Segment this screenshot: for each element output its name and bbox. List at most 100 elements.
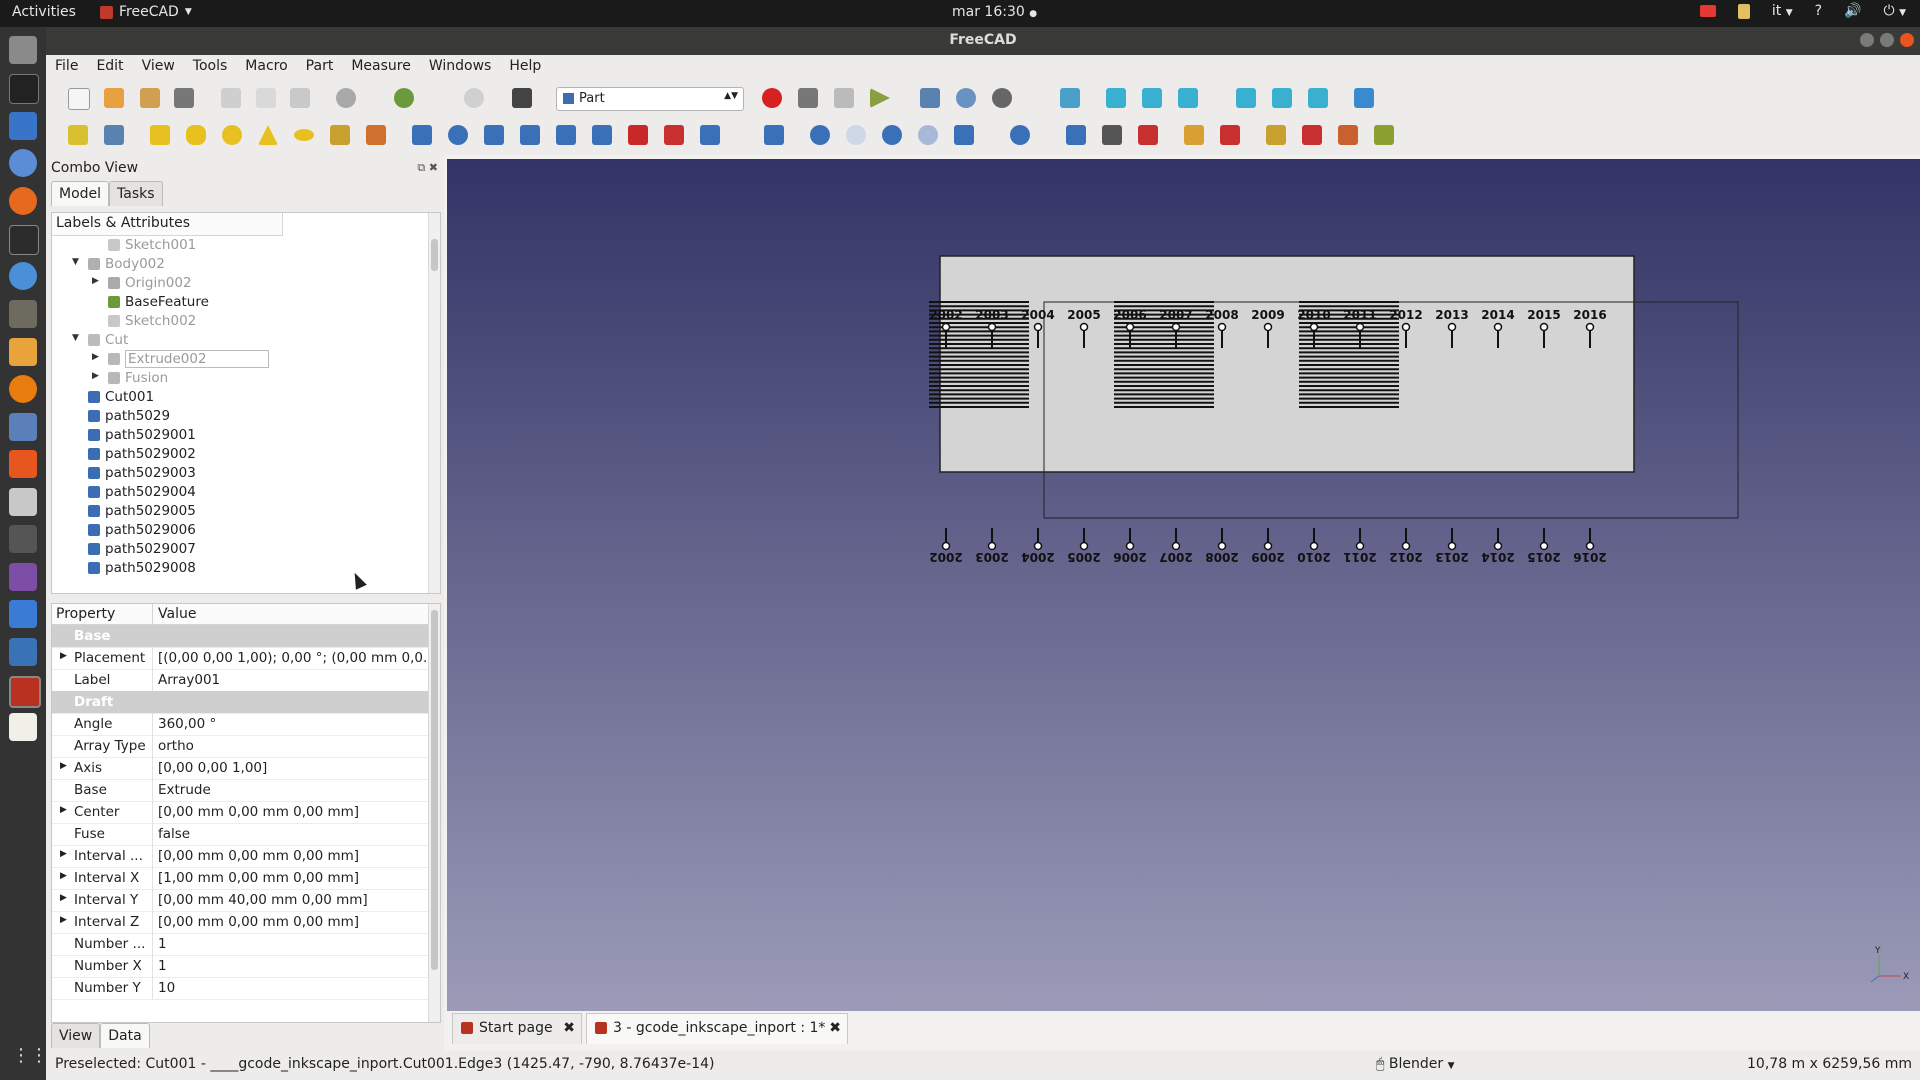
- tree-item[interactable]: path5029003: [52, 464, 422, 483]
- create-part-icon[interactable]: [68, 125, 88, 145]
- chromium-icon[interactable]: [9, 149, 37, 177]
- draw-style-icon[interactable]: [992, 88, 1012, 108]
- text-editor-icon[interactable]: [9, 713, 37, 741]
- extrude-icon[interactable]: [412, 125, 432, 145]
- menu-file[interactable]: File: [46, 55, 87, 79]
- menu-measure[interactable]: Measure: [342, 55, 420, 79]
- menu-windows[interactable]: Windows: [420, 55, 501, 79]
- measure-angular-icon[interactable]: [1220, 125, 1240, 145]
- tree-item[interactable]: ▶ Fusion: [52, 369, 422, 388]
- compound-icon[interactable]: [1066, 125, 1086, 145]
- paste-icon[interactable]: [290, 88, 310, 108]
- menu-edit[interactable]: Edit: [87, 55, 132, 79]
- property-view[interactable]: Property Value Base ▶ Placement [(0,00 0,00…: [51, 603, 441, 1023]
- tree-item[interactable]: path5029008: [52, 559, 422, 578]
- measure-toggle-delta-icon[interactable]: [1374, 125, 1394, 145]
- revolve-icon[interactable]: [448, 125, 468, 145]
- close-tab-icon[interactable]: ✖: [829, 1020, 841, 1036]
- expand-arrow-icon[interactable]: ▶: [60, 651, 67, 661]
- bottom-pin-head[interactable]: [1355, 541, 1365, 551]
- clock[interactable]: mar 16:30 ●: [952, 4, 1037, 20]
- activities-button[interactable]: Activities: [12, 4, 76, 20]
- bottom-year-label[interactable]: 2016: [1573, 550, 1606, 564]
- menu-view[interactable]: View: [133, 55, 184, 79]
- shape-builder-icon[interactable]: [366, 125, 386, 145]
- ruled-surface-icon[interactable]: [628, 125, 648, 145]
- property-value[interactable]: Array001: [158, 672, 426, 688]
- bottom-year-label[interactable]: 2010: [1297, 550, 1330, 564]
- property-row[interactable]: Angle 360,00 °: [52, 713, 428, 736]
- join-features-icon[interactable]: [954, 125, 974, 145]
- help-icon[interactable]: ?: [1815, 3, 1822, 19]
- common-icon[interactable]: [918, 125, 938, 145]
- tree-item[interactable]: ▼ Body002: [52, 255, 422, 274]
- video-icon[interactable]: [9, 563, 37, 591]
- volume-icon[interactable]: 🔊: [1844, 3, 1861, 19]
- property-value[interactable]: Extrude: [158, 782, 426, 798]
- firefox-icon[interactable]: [9, 187, 37, 215]
- top-year-label[interactable]: 2016: [1573, 308, 1606, 322]
- bottom-view-icon[interactable]: [1272, 88, 1292, 108]
- property-row[interactable]: ▶ Interval Y [0,00 mm 40,00 mm 0,00 mm]: [52, 889, 428, 912]
- camera-icon[interactable]: [9, 525, 37, 553]
- refresh-icon[interactable]: [464, 88, 484, 108]
- bottom-year-label[interactable]: 2012: [1389, 550, 1422, 564]
- inkscape-icon[interactable]: [9, 74, 39, 104]
- close-button[interactable]: [1900, 33, 1914, 47]
- expand-arrow-icon[interactable]: ▶: [92, 276, 99, 286]
- property-row[interactable]: Label Array001: [52, 669, 428, 692]
- 3d-viewport[interactable]: 2002 2003 2004 2005 2006 2007 2008 2009 2010 2011…: [447, 159, 1920, 1011]
- measure-clear-icon[interactable]: [1302, 125, 1322, 145]
- fit-selection-icon[interactable]: [956, 88, 976, 108]
- top-year-label[interactable]: 2002: [929, 308, 962, 322]
- menu-tools[interactable]: Tools: [184, 55, 237, 79]
- property-value[interactable]: false: [158, 826, 426, 842]
- top-pin-head[interactable]: [987, 322, 997, 332]
- collapse-arrow-icon[interactable]: ▼: [72, 257, 79, 267]
- app-menu[interactable]: FreeCAD ▼: [100, 4, 192, 20]
- gimp-icon[interactable]: [9, 300, 37, 328]
- section-icon[interactable]: [764, 125, 784, 145]
- tree-item[interactable]: path5029: [52, 407, 422, 426]
- software-center-icon[interactable]: [9, 450, 37, 478]
- top-pin-head[interactable]: [1585, 322, 1595, 332]
- primitives-icon[interactable]: [330, 125, 350, 145]
- bottom-pin-head[interactable]: [1401, 541, 1411, 551]
- terminal-icon[interactable]: [9, 225, 39, 255]
- bottom-pin-head[interactable]: [1217, 541, 1227, 551]
- measure-refresh-icon[interactable]: [1266, 125, 1286, 145]
- rear-view-icon[interactable]: [1236, 88, 1256, 108]
- property-row[interactable]: ▶ Interval ... [0,00 mm 0,00 mm 0,00 mm]: [52, 845, 428, 868]
- property-row[interactable]: ▶ Interval X [1,00 mm 0,00 mm 0,00 mm]: [52, 867, 428, 890]
- fit-all-icon[interactable]: [920, 88, 940, 108]
- mirror-icon[interactable]: [484, 125, 504, 145]
- draw-icon[interactable]: [9, 338, 37, 366]
- tab-data[interactable]: Data: [100, 1023, 150, 1048]
- bottom-year-label[interactable]: 2009: [1251, 550, 1284, 564]
- top-year-label[interactable]: 2003: [975, 308, 1008, 322]
- tree-item[interactable]: path5029001: [52, 426, 422, 445]
- editor-icon[interactable]: [9, 262, 37, 290]
- camera-indicator-icon[interactable]: [1699, 5, 1716, 17]
- clipboard-icon[interactable]: [1737, 3, 1750, 19]
- tree-item[interactable]: BaseFeature: [52, 293, 422, 312]
- top-pin-head[interactable]: [941, 322, 951, 332]
- scene-canvas[interactable]: 2002 2003 2004 2005 2006 2007 2008 2009 2010 2011…: [447, 159, 1920, 1011]
- measure-linear-icon[interactable]: [1184, 125, 1204, 145]
- property-value[interactable]: [1,00 mm 0,00 mm 0,00 mm]: [158, 870, 426, 886]
- expand-arrow-icon[interactable]: ▶: [60, 915, 67, 925]
- bottom-year-label[interactable]: 2002: [929, 550, 962, 564]
- sweep-icon[interactable]: [700, 125, 720, 145]
- expand-arrow-icon[interactable]: ▶: [60, 871, 67, 881]
- bottom-year-label[interactable]: 2005: [1067, 550, 1100, 564]
- expand-arrow-icon[interactable]: ▶: [60, 805, 67, 815]
- torus-icon[interactable]: [294, 129, 314, 141]
- top-year-label[interactable]: 2004: [1021, 308, 1054, 322]
- property-row[interactable]: ▶ Axis [0,00 0,00 1,00]: [52, 757, 428, 780]
- tree-item[interactable]: ▶ Origin002: [52, 274, 422, 293]
- power-icon[interactable]: ⏻ ▼: [1884, 3, 1906, 19]
- top-year-label[interactable]: 2014: [1481, 308, 1514, 322]
- bottom-pin-head[interactable]: [1033, 541, 1043, 551]
- top-year-label[interactable]: 2009: [1251, 308, 1284, 322]
- redo-icon[interactable]: [394, 88, 414, 108]
